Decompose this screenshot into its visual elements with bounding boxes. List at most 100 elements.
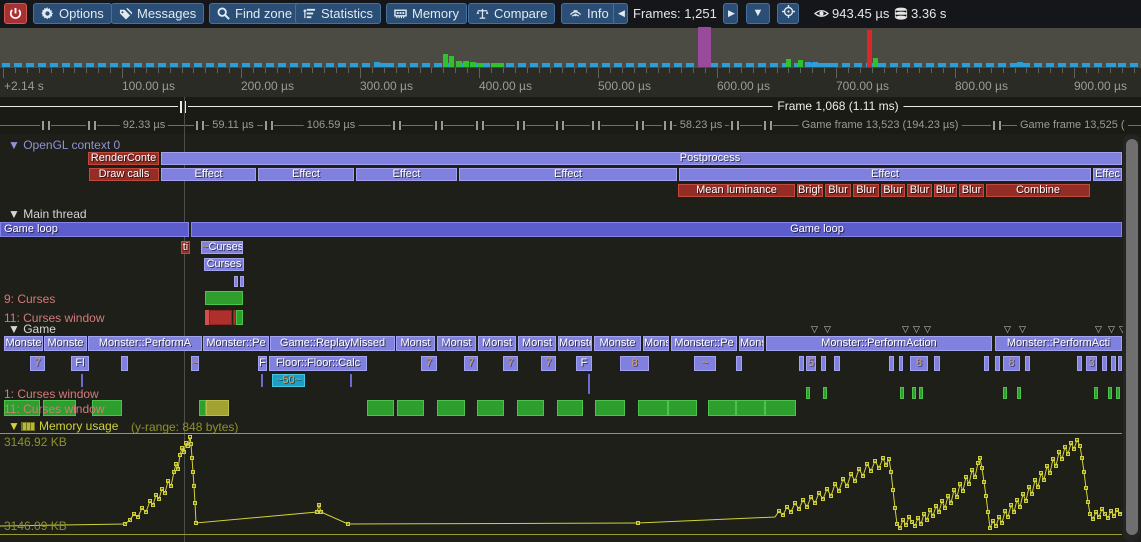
zone-monster-performacti[interactable]: Monster::PerformActi [995,336,1122,351]
zone-blur[interactable]: Blur [825,184,851,197]
zone-bar[interactable] [240,276,244,287]
zone-effect[interactable]: Effect [161,168,256,181]
zone-monst[interactable]: Monst [396,336,435,351]
zone-bar[interactable] [1118,356,1122,371]
section-header-game[interactable]: ▼ Game [8,322,56,336]
zone-bar[interactable] [477,400,504,416]
zone-bar[interactable] [900,387,904,399]
zone-postprocess[interactable]: Postprocess [161,152,1122,165]
zone-effect[interactable]: Effect [258,168,354,181]
zone-bar[interactable] [557,400,583,416]
zone-bar[interactable] [834,356,840,371]
zone-mons[interactable]: Mons [643,336,669,351]
zone-mean-luminance[interactable]: Mean luminance [678,184,795,197]
zone--50-[interactable]: ~50~ [272,374,305,387]
zone-bar[interactable] [234,276,238,287]
zone-bar[interactable] [1025,356,1030,371]
zone-bar[interactable] [121,356,128,371]
zone-monster-performaction[interactable]: Monster::PerformAction [766,336,992,351]
scrollbar-track[interactable] [1123,134,1140,542]
zone-effect[interactable]: Effect [356,168,457,181]
zone-game-loop[interactable]: Game loop [191,222,1122,237]
zone-bar[interactable] [1102,356,1107,371]
zone-effect[interactable]: Effect [459,168,677,181]
zone-renderconte[interactable]: RenderConte [88,152,159,165]
zone-bar[interactable] [236,310,243,325]
zone-bar[interactable] [823,387,827,399]
zone-bar[interactable] [708,400,736,416]
zone-bar[interactable] [821,356,826,371]
zone-f[interactable]: F [258,356,267,371]
zone-monst[interactable]: Monst [437,336,476,351]
zone-monster-pe[interactable]: Monster::Pe [203,336,269,351]
zone-bar[interactable] [1111,356,1116,371]
zone-floor-floor-calc[interactable]: Floor::Floor::Calc [269,356,367,371]
zone-bar[interactable] [1094,387,1098,399]
zone-bar[interactable] [668,400,697,416]
zone-ti[interactable]: ti [181,241,190,254]
zone-bar[interactable] [806,387,810,399]
zone-bar[interactable] [1108,387,1112,399]
zone-game-replaymissed[interactable]: Game::ReplayMissed [270,336,395,351]
zone-bar[interactable] [1017,387,1021,399]
zone-bar[interactable] [205,291,243,305]
zone-8[interactable]: 8 [1003,356,1020,371]
zone-monster-pe[interactable]: Monster::Pe [671,336,737,351]
zone-bar[interactable] [206,400,229,416]
zone-blur[interactable]: Blur [853,184,879,197]
zone-effect[interactable]: Effect [679,168,1091,181]
memory-collapse-arrow[interactable]: ▼ [8,419,20,433]
zone-monster-performa[interactable]: Monster::PerformA [88,336,202,351]
zone-monste[interactable]: Monste [44,336,87,351]
zone-monste[interactable]: Monste [4,336,43,351]
zone--[interactable]: ~ [191,356,199,371]
zone-bar[interactable] [912,387,916,399]
zone-monst[interactable]: Monst [478,336,516,351]
zone-draw-calls[interactable]: Draw calls [89,168,159,181]
zone-bar[interactable] [765,400,796,416]
zone-bar[interactable] [889,356,894,371]
zone-curses[interactable]: Curses [204,258,244,271]
zone-combine[interactable]: Combine [986,184,1090,197]
zone-monst[interactable]: Monst [518,336,556,351]
zone-blur[interactable]: Blur [934,184,957,197]
zone-7[interactable]: 7 [421,356,437,371]
zone-game-loop[interactable]: Game loop [0,222,189,237]
zone-bar[interactable] [638,400,668,416]
zone-bar[interactable] [437,400,465,416]
scrollbar-thumb[interactable] [1126,139,1138,535]
section-header-opengl-context[interactable]: ▼ OpenGL context 0 [8,138,120,152]
zone-bar[interactable] [517,400,544,416]
zone-bar[interactable] [736,356,742,371]
zone-f[interactable]: F [576,356,592,371]
zone-mons[interactable]: Mons [739,336,764,351]
zone-bar[interactable] [1077,356,1082,371]
zone-7[interactable]: 7 [541,356,556,371]
zone-monste[interactable]: Monste [594,336,641,351]
zone-bar[interactable] [199,400,206,416]
zone-bar[interactable] [736,400,765,416]
zone-blur[interactable]: Blur [907,184,932,197]
zone-effec[interactable]: Effec [1093,168,1122,181]
zone-bar[interactable] [1116,387,1120,399]
zone-curses[interactable]: ~Curses [201,241,243,254]
zone-bar[interactable] [995,356,1000,371]
zone-blur[interactable]: Blur [959,184,984,197]
zone-bar[interactable] [209,310,232,325]
zone-8[interactable]: 8 [910,356,928,371]
zone-brigh[interactable]: Brigh [797,184,823,197]
zone-3[interactable]: 3 [1086,356,1097,371]
zone-bar[interactable] [397,400,424,416]
zone-7[interactable]: 7 [503,356,518,371]
zone-bar[interactable] [919,387,923,399]
zone-bar[interactable] [1003,387,1007,399]
zone-7[interactable]: 7 [30,356,45,371]
zone-fl[interactable]: Fl [71,356,89,371]
zone-bar[interactable] [899,356,903,371]
zone-bar[interactable] [367,400,394,416]
zone-7[interactable]: 7 [464,356,478,371]
zone-monste[interactable]: Monste [558,336,592,351]
zone-bar[interactable] [934,356,940,371]
zone-bar[interactable] [799,356,804,371]
zone--[interactable]: ~ [694,356,716,371]
